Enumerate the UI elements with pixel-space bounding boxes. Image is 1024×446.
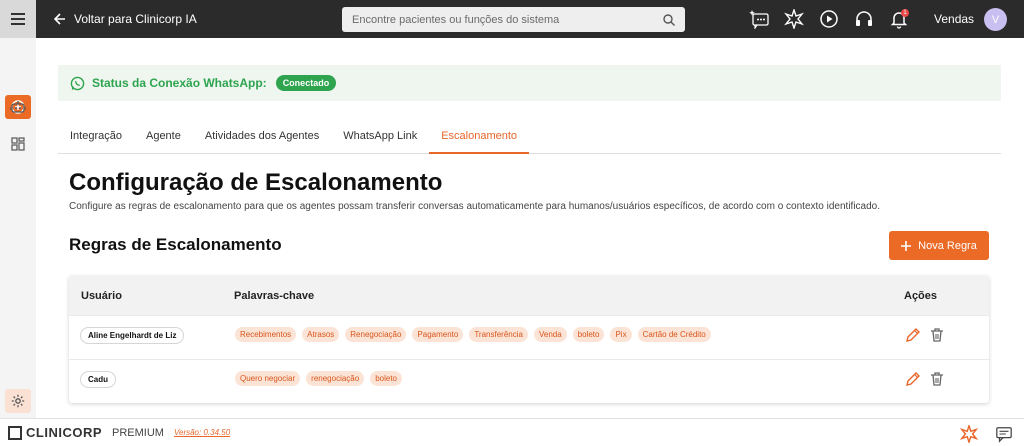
- version-link[interactable]: Versão: 0.34.50: [174, 428, 230, 437]
- keyword-chip: boleto: [572, 327, 605, 342]
- keyword-chip: Pix: [610, 327, 632, 342]
- page-description: Configure as regras de escalonamento par…: [69, 201, 881, 212]
- tab-escalonamento[interactable]: Escalonamento: [429, 120, 530, 154]
- column-header-user: Usuário: [81, 290, 122, 302]
- keyword-chip: Transferência: [469, 327, 528, 342]
- dashboard-grid-icon[interactable]: [9, 135, 27, 153]
- search-input[interactable]: [352, 13, 663, 26]
- status-badge: Conectado: [275, 75, 337, 91]
- keyword-chip: renegociação: [306, 371, 365, 386]
- back-link[interactable]: Voltar para Clinicorp IA: [54, 12, 197, 26]
- bell-icon[interactable]: 1: [888, 8, 910, 30]
- tab-agente[interactable]: Agente: [134, 120, 193, 154]
- keyword-chip: Renegociação: [345, 327, 407, 342]
- chat-icon[interactable]: [995, 425, 1013, 443]
- left-rail: [0, 38, 36, 418]
- column-header-keywords: Palavras-chave: [234, 290, 315, 302]
- clinicorp-logo-icon: [8, 425, 22, 440]
- edit-pencil-icon[interactable]: [905, 327, 921, 343]
- column-header-actions: Ações: [904, 290, 938, 302]
- main-panel: Status da Conexão WhatsApp: Conectado In…: [36, 38, 1024, 418]
- new-rule-button[interactable]: Nova Regra: [889, 231, 989, 260]
- tab-whatsapp-link[interactable]: WhatsApp Link: [331, 120, 429, 154]
- keyword-list: Recebimentos Atrasos Renegociação Pagame…: [235, 327, 711, 342]
- table-row: Cadu Quero negociar renegociação boleto: [69, 359, 989, 403]
- keyword-chip: Cartão de Crédito: [637, 327, 711, 342]
- page-title: Configuração de Escalonamento: [69, 169, 443, 196]
- new-rule-label: Nova Regra: [918, 239, 977, 252]
- table-header: Usuário Palavras-chave Ações: [69, 276, 989, 315]
- tab-atividades[interactable]: Atividades dos Agentes: [193, 120, 331, 154]
- table-row: Aline Engelhardt de Liz Recebimentos Atr…: [69, 315, 989, 359]
- arrow-left-icon: [54, 13, 65, 25]
- user-name[interactable]: Vendas: [934, 12, 974, 26]
- plus-icon: [901, 240, 912, 251]
- robot-icon[interactable]: [9, 98, 27, 116]
- gear-icon: [11, 394, 25, 408]
- section-title: Regras de Escalonamento: [69, 235, 282, 254]
- top-bar: Voltar para Clinicorp IA 1 Vendas V: [0, 0, 1024, 38]
- footer: CLINICORP PREMIUM Versão: 0.34.50: [0, 418, 1024, 446]
- rules-table: Usuário Palavras-chave Ações Aline Engel…: [69, 276, 989, 403]
- top-icons: 1: [748, 0, 910, 38]
- search-box[interactable]: [342, 7, 685, 32]
- clinicorp-star-icon[interactable]: [960, 425, 978, 443]
- headset-support-icon[interactable]: [853, 8, 875, 30]
- menu-button[interactable]: [0, 0, 36, 38]
- hamburger-icon: [11, 13, 25, 25]
- keyword-chip: Venda: [533, 327, 567, 342]
- status-label: Status da Conexão WhatsApp:: [92, 76, 267, 90]
- keyword-chip: boleto: [370, 371, 402, 386]
- search-icon[interactable]: [663, 13, 675, 26]
- brand-name: CLINICORP: [26, 425, 102, 440]
- back-link-label: Voltar para Clinicorp IA: [74, 12, 197, 26]
- brand-logo: CLINICORP: [8, 425, 102, 440]
- plan-label: PREMIUM: [112, 426, 164, 439]
- play-video-icon[interactable]: [818, 8, 840, 30]
- avatar[interactable]: V: [984, 8, 1007, 31]
- user-chip: Aline Engelhardt de Liz: [80, 327, 185, 344]
- trash-icon[interactable]: [929, 327, 945, 343]
- whatsapp-status-bar: Status da Conexão WhatsApp: Conectado: [58, 65, 1001, 101]
- user-chip: Cadu: [80, 371, 116, 388]
- keyword-chip: Recebimentos: [235, 327, 297, 342]
- edit-pencil-icon[interactable]: [905, 371, 921, 387]
- keyword-chip: Pagamento: [412, 327, 464, 342]
- ai-chat-icon[interactable]: [748, 8, 770, 30]
- settings-button[interactable]: [5, 389, 31, 413]
- keyword-chip: Atrasos: [302, 327, 340, 342]
- keyword-list: Quero negociar renegociação boleto: [235, 371, 402, 386]
- notification-badge: 1: [901, 9, 909, 17]
- tab-bar: Integração Agente Atividades dos Agentes…: [58, 120, 1001, 154]
- keyword-chip: Quero negociar: [235, 371, 301, 386]
- tab-integracao[interactable]: Integração: [58, 120, 134, 154]
- clinicorp-star-icon[interactable]: [783, 8, 805, 30]
- trash-icon[interactable]: [929, 371, 945, 387]
- whatsapp-icon: [70, 76, 85, 90]
